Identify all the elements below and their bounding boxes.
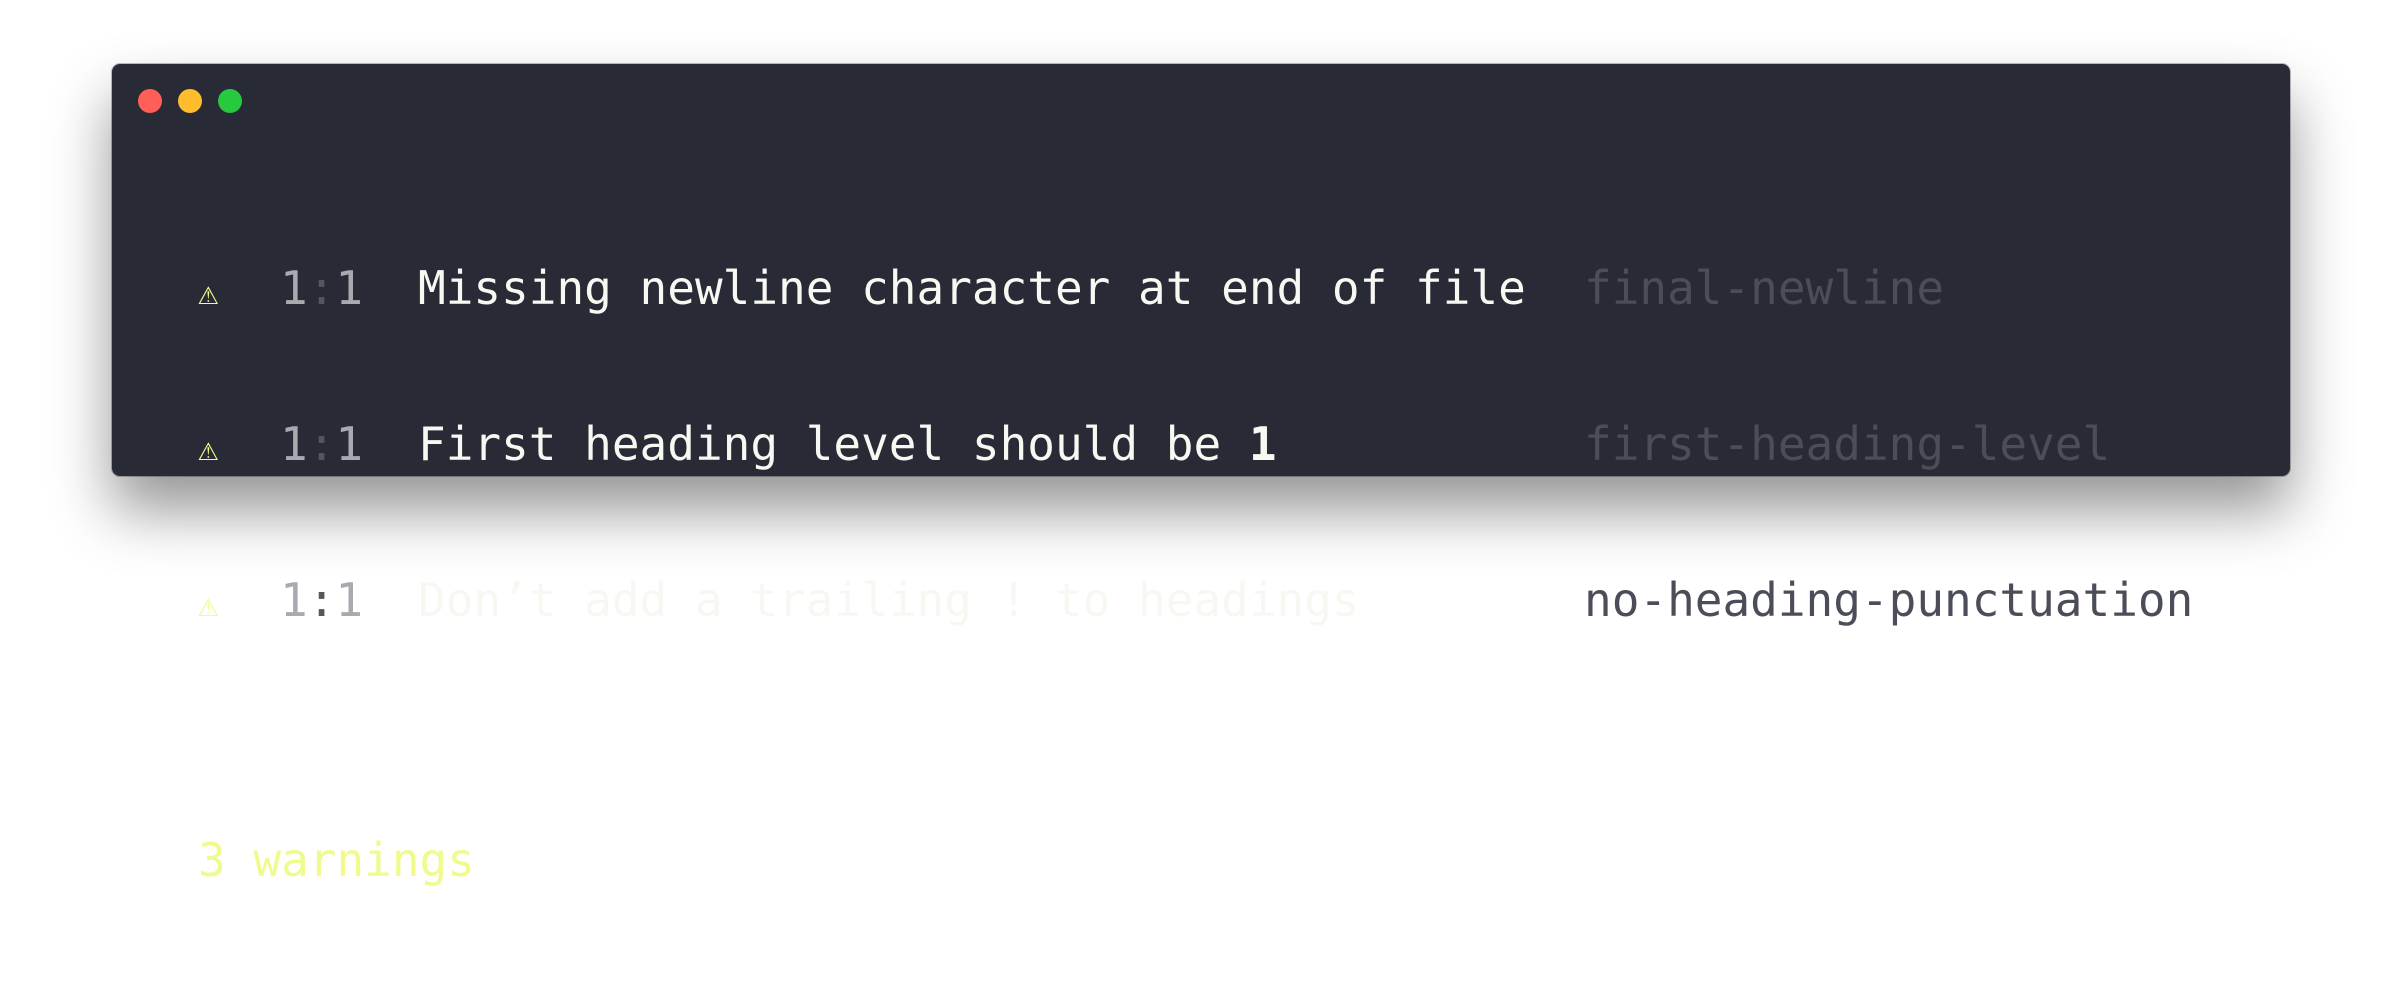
message-body: Don’t add a trailing ! to headings xyxy=(418,573,1360,627)
message-position: 1:1 xyxy=(254,262,418,314)
terminal-window: ⚠ 1:1 Missing newline character at end of … xyxy=(112,64,2290,886)
position-separator: : xyxy=(307,261,336,315)
message-emphasis: 1 xyxy=(1248,417,1277,471)
warning-summary: 3 warnings xyxy=(198,833,475,887)
message-row: ⚠ 1:1 First heading level should be 1 first… xyxy=(198,418,2193,470)
message-text: Missing newline character at end of file xyxy=(418,262,1584,314)
close-button[interactable] xyxy=(138,89,162,113)
message-body: First heading level should be xyxy=(418,417,1249,471)
window-controls xyxy=(138,89,242,113)
column-number: 1 xyxy=(335,573,364,627)
message-position: 1:1 xyxy=(254,574,418,626)
message-text: First heading level should be 1 xyxy=(418,418,1584,470)
line-number: 1 xyxy=(280,417,308,471)
rule-id: first-heading-level xyxy=(1584,417,2111,471)
rule-id: final-newline xyxy=(1584,261,1945,315)
minimize-button[interactable] xyxy=(178,89,202,113)
message-body: Missing newline character at end of file xyxy=(418,261,1526,315)
position-separator: : xyxy=(307,417,336,471)
message-text: Don’t add a trailing ! to headings xyxy=(418,574,1584,626)
column-number: 1 xyxy=(335,417,364,471)
position-separator: : xyxy=(307,573,336,627)
column-number: 1 xyxy=(335,261,364,315)
line-number: 1 xyxy=(280,573,308,627)
message-position: 1:1 xyxy=(254,418,418,470)
message-row: ⚠ 1:1 Don’t add a trailing ! to headings no… xyxy=(198,574,2193,626)
warning-icon: ⚠ xyxy=(198,429,219,469)
warning-icon: ⚠ xyxy=(198,585,219,625)
line-number: 1 xyxy=(280,261,308,315)
rule-id: no-heading-punctuation xyxy=(1584,573,2194,627)
maximize-button[interactable] xyxy=(218,89,242,113)
terminal-output: ⚠ 1:1 Missing newline character at end of … xyxy=(198,158,2193,990)
message-row: ⚠ 1:1 Missing newline character at end of … xyxy=(198,262,2193,314)
warning-icon: ⚠ xyxy=(198,273,219,313)
